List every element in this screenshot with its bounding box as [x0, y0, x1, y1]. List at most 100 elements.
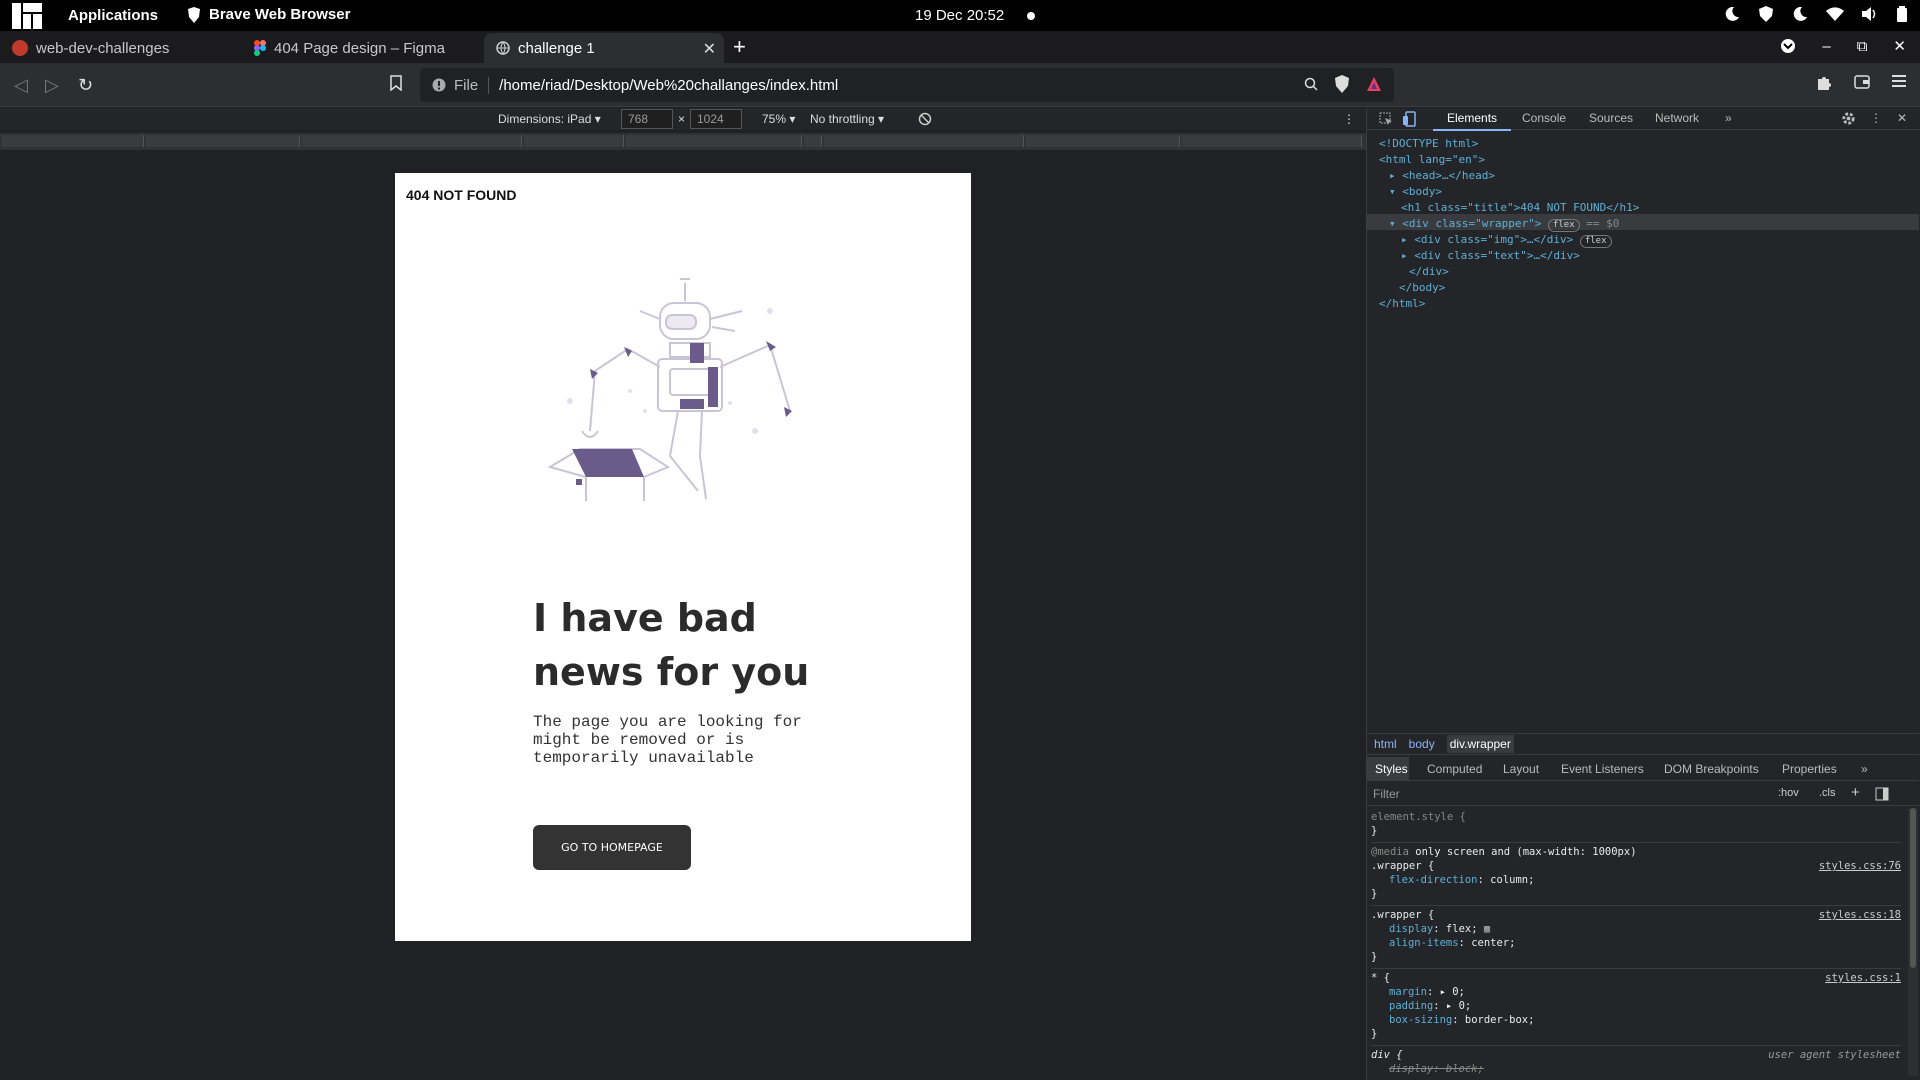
- media-query-segment[interactable]: [146, 135, 300, 147]
- rule-declaration[interactable]: align-items: center;: [1371, 936, 1901, 950]
- battery-icon[interactable]: [1896, 6, 1908, 22]
- active-app-indicator[interactable]: Brave Web Browser: [187, 6, 350, 23]
- throttle-select[interactable]: No throttling ▾: [810, 112, 884, 126]
- maximize-window-icon[interactable]: ⧉: [1857, 38, 1868, 55]
- media-query-segment[interactable]: [302, 135, 522, 147]
- device-height-input[interactable]: [690, 109, 742, 129]
- zoom-select[interactable]: 75% ▾: [762, 112, 795, 126]
- styles-tab-properties[interactable]: Properties: [1782, 762, 1837, 776]
- dom-node-body[interactable]: ▾ <body>: [1379, 184, 1639, 200]
- vpn-shield-icon[interactable]: [1758, 6, 1774, 22]
- flex-badge[interactable]: flex: [1579, 235, 1612, 248]
- wallet-icon[interactable]: [1854, 75, 1870, 91]
- dom-node-html[interactable]: <html lang="en">: [1379, 152, 1639, 168]
- rule-declaration[interactable]: padding: ▸ 0;: [1371, 999, 1901, 1013]
- back-arrow-icon[interactable]: ◁: [14, 75, 28, 96]
- styles-scrollbar[interactable]: [1908, 808, 1918, 1076]
- devtools-tab-console[interactable]: Console: [1522, 111, 1566, 125]
- tab-close-icon[interactable]: ✕: [703, 39, 716, 59]
- inspect-element-icon[interactable]: [1379, 112, 1393, 126]
- devtools-tab-network[interactable]: Network: [1655, 111, 1699, 125]
- rule-declaration[interactable]: box-sizing: border-box;: [1371, 1013, 1901, 1027]
- forward-arrow-icon[interactable]: ▷: [45, 75, 59, 96]
- close-devtools-icon[interactable]: ✕: [1897, 111, 1907, 125]
- devtools-tab-elements[interactable]: Elements: [1432, 111, 1512, 131]
- brave-rewards-icon[interactable]: [1366, 76, 1382, 92]
- rule-user-agent-div[interactable]: div { user agent stylesheet display: blo…: [1371, 1046, 1901, 1080]
- dom-node-img[interactable]: ▸ <div class="img">…</div> flex: [1379, 232, 1639, 248]
- styles-tab-computed[interactable]: Computed: [1427, 762, 1482, 776]
- extensions-puzzle-icon[interactable]: [1816, 75, 1832, 91]
- styles-filter-input[interactable]: Filter: [1373, 787, 1400, 801]
- wifi-icon[interactable]: [1826, 7, 1844, 21]
- device-width-input[interactable]: [621, 109, 673, 129]
- brave-shields-icon[interactable]: [1334, 75, 1350, 93]
- info-icon[interactable]: [432, 78, 446, 92]
- media-query-segment[interactable]: [1182, 135, 1362, 147]
- night-light-icon[interactable]: [1724, 6, 1740, 22]
- toggle-sidebar-icon[interactable]: [1875, 787, 1889, 801]
- styles-tab-styles[interactable]: Styles: [1375, 762, 1408, 776]
- bookmark-icon[interactable]: [390, 75, 402, 91]
- device-toggle-icon[interactable]: [1403, 111, 1417, 127]
- settings-gear-icon[interactable]: [1841, 111, 1856, 126]
- dom-node-text[interactable]: ▸ <div class="text">…</div>: [1379, 248, 1639, 264]
- flexbox-editor-icon[interactable]: ▦: [1484, 923, 1490, 935]
- breadcrumb-html[interactable]: html: [1374, 737, 1397, 751]
- new-tab-button[interactable]: +: [733, 34, 746, 60]
- dom-node-doctype[interactable]: <!DOCTYPE html>: [1379, 136, 1639, 152]
- rule-element-style[interactable]: element.style { }: [1371, 808, 1901, 843]
- tab-figma[interactable]: 404 Page design – Figma: [242, 33, 482, 63]
- rotate-device-icon[interactable]: [918, 112, 932, 126]
- cls-toggle[interactable]: .cls: [1819, 787, 1836, 799]
- do-not-disturb-icon[interactable]: [1792, 6, 1808, 22]
- media-query-segment[interactable]: [626, 135, 802, 147]
- tab-challenge-1[interactable]: challenge 1 ✕: [484, 33, 724, 63]
- styles-tab-dom-breakpoints[interactable]: DOM Breakpoints: [1664, 762, 1759, 776]
- styles-tab-event-listeners[interactable]: Event Listeners: [1561, 762, 1644, 776]
- reload-icon[interactable]: ↻: [78, 75, 93, 96]
- media-query-segment[interactable]: [2, 135, 144, 147]
- rule-universal[interactable]: * { styles.css:1 margin: ▸ 0; padding: ▸…: [1371, 969, 1901, 1046]
- scrollbar-thumb[interactable]: [1910, 808, 1916, 968]
- devtools-tab-sources[interactable]: Sources: [1589, 111, 1633, 125]
- dom-node-h1[interactable]: <h1 class="title">404 NOT FOUND</h1>: [1379, 200, 1639, 216]
- devtools-more-icon[interactable]: ⋮: [1870, 111, 1882, 125]
- rule-source-link[interactable]: styles.css:76: [1819, 859, 1901, 873]
- device-dimensions-select[interactable]: Dimensions: iPad ▾: [498, 112, 601, 126]
- rule-wrapper[interactable]: .wrapper { styles.css:18 display: flex; …: [1371, 906, 1901, 969]
- styles-tab-layout[interactable]: Layout: [1503, 762, 1539, 776]
- rule-media-wrapper[interactable]: @media only screen and (max-width: 1000p…: [1371, 843, 1901, 906]
- breadcrumb-div-wrapper[interactable]: div.wrapper: [1446, 735, 1514, 753]
- media-query-segment[interactable]: [804, 135, 822, 147]
- dom-node-wrapper[interactable]: ▾ <div class="wrapper"> flex == $0: [1379, 216, 1639, 232]
- rule-declaration[interactable]: flex-direction: column;: [1371, 873, 1901, 887]
- rule-declaration[interactable]: margin: ▸ 0;: [1371, 985, 1901, 999]
- media-query-segment[interactable]: [824, 135, 1024, 147]
- go-to-homepage-button[interactable]: GO TO HOMEPAGE: [533, 825, 691, 870]
- device-toolbar-more-icon[interactable]: ⋮: [1343, 112, 1355, 126]
- more-tabs-icon[interactable]: »: [1725, 111, 1732, 125]
- media-query-segment[interactable]: [1026, 135, 1180, 147]
- hamburger-menu-icon[interactable]: [1892, 75, 1906, 91]
- rule-declaration[interactable]: display: flex; ▦: [1371, 922, 1901, 936]
- dom-node-head[interactable]: ▸ <head>…</head>: [1379, 168, 1639, 184]
- rule-source-link[interactable]: styles.css:1: [1825, 971, 1901, 985]
- new-style-rule-icon[interactable]: +: [1851, 784, 1860, 801]
- applications-menu[interactable]: Applications: [68, 7, 158, 24]
- more-style-tabs-icon[interactable]: »: [1861, 762, 1868, 776]
- close-window-icon[interactable]: ✕: [1893, 37, 1906, 55]
- minimize-window-icon[interactable]: –: [1822, 38, 1830, 55]
- flex-badge[interactable]: flex: [1547, 219, 1580, 232]
- address-bar[interactable]: File /home/riad/Desktop/Web%20challanges…: [420, 68, 1394, 102]
- hov-toggle[interactable]: :hov: [1778, 787, 1799, 799]
- zoom-icon[interactable]: [1304, 77, 1318, 91]
- rule-source-link[interactable]: styles.css:18: [1819, 908, 1901, 922]
- breadcrumb-body[interactable]: body: [1409, 737, 1435, 751]
- volume-icon[interactable]: [1862, 7, 1878, 21]
- clock[interactable]: 19 Dec 20:52: [915, 7, 1004, 24]
- url-text[interactable]: /home/riad/Desktop/Web%20challanges/inde…: [499, 77, 838, 94]
- tab-search-icon[interactable]: [1780, 38, 1796, 54]
- manjaro-logo-icon[interactable]: [12, 3, 42, 29]
- tab-web-dev-challenges[interactable]: web-dev-challenges: [0, 33, 240, 63]
